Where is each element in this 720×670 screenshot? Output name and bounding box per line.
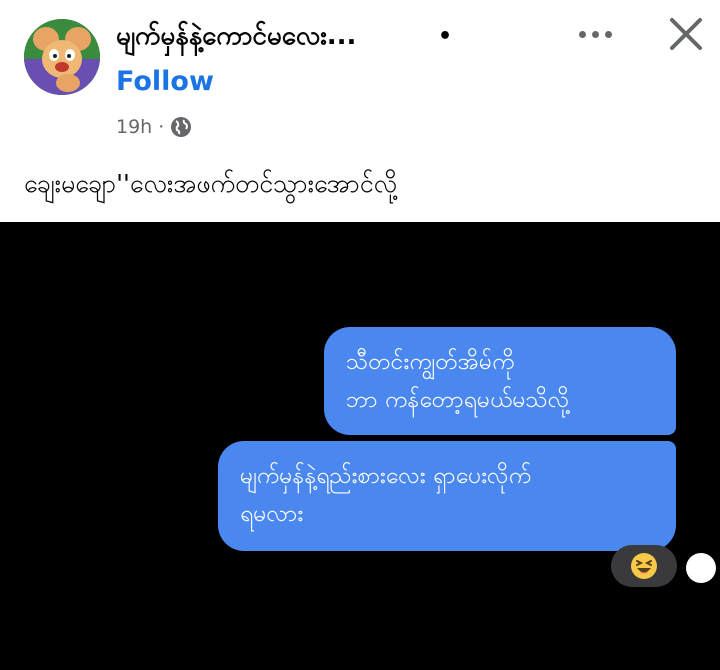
message-line: ဘာ ကန်တော့ရမယ်မသိလို့ [346,387,570,413]
message-line: မျက်မှန်နဲ့ရည်းစားလေး ရှာပေးလိုက် [240,463,532,489]
message-reaction[interactable] [611,545,677,587]
avatar[interactable] [24,19,100,95]
close-button[interactable] [664,12,708,56]
close-icon [670,18,702,50]
avatar-image [24,19,100,95]
laughing-emoji-icon [631,553,657,579]
message-line: သီတင်းကျွတ်အိမ်ကို [346,349,515,375]
message-bubble: သီတင်းကျွတ်အိမ်ကို ဘာ ကန်တော့ရမယ်မသိလို့ [324,327,676,435]
message-bubble: မျက်မှန်နဲ့ရည်းစားလေး ရှာပေးလိုက် ရမလား [218,441,676,551]
more-icon [578,30,586,38]
name-separator: • [438,24,453,49]
more-options-button[interactable] [572,14,618,54]
post-caption: ချေးမချော''လေးအဖက်တင်သွားအောင်လို့ [24,169,398,198]
chat-screenshot: သီတင်းကျွတ်အိမ်ကို ဘာ ကန်တော့ရမယ်မသိလို့… [0,222,720,670]
follow-button[interactable]: Follow [116,66,214,97]
post-header: မျက်မှန်နဲ့ကောင်မလေး... • Follow 19h · ခ… [0,0,720,222]
meta-separator: · [158,116,165,138]
globe-icon[interactable] [170,116,192,138]
page-name[interactable]: မျက်မှန်နဲ့ကောင်မလေး... [116,18,356,57]
post-meta: 19h · [116,116,192,138]
message-line: ရမလား [240,501,304,527]
post-time[interactable]: 19h [116,116,152,138]
seen-indicator [686,553,716,583]
